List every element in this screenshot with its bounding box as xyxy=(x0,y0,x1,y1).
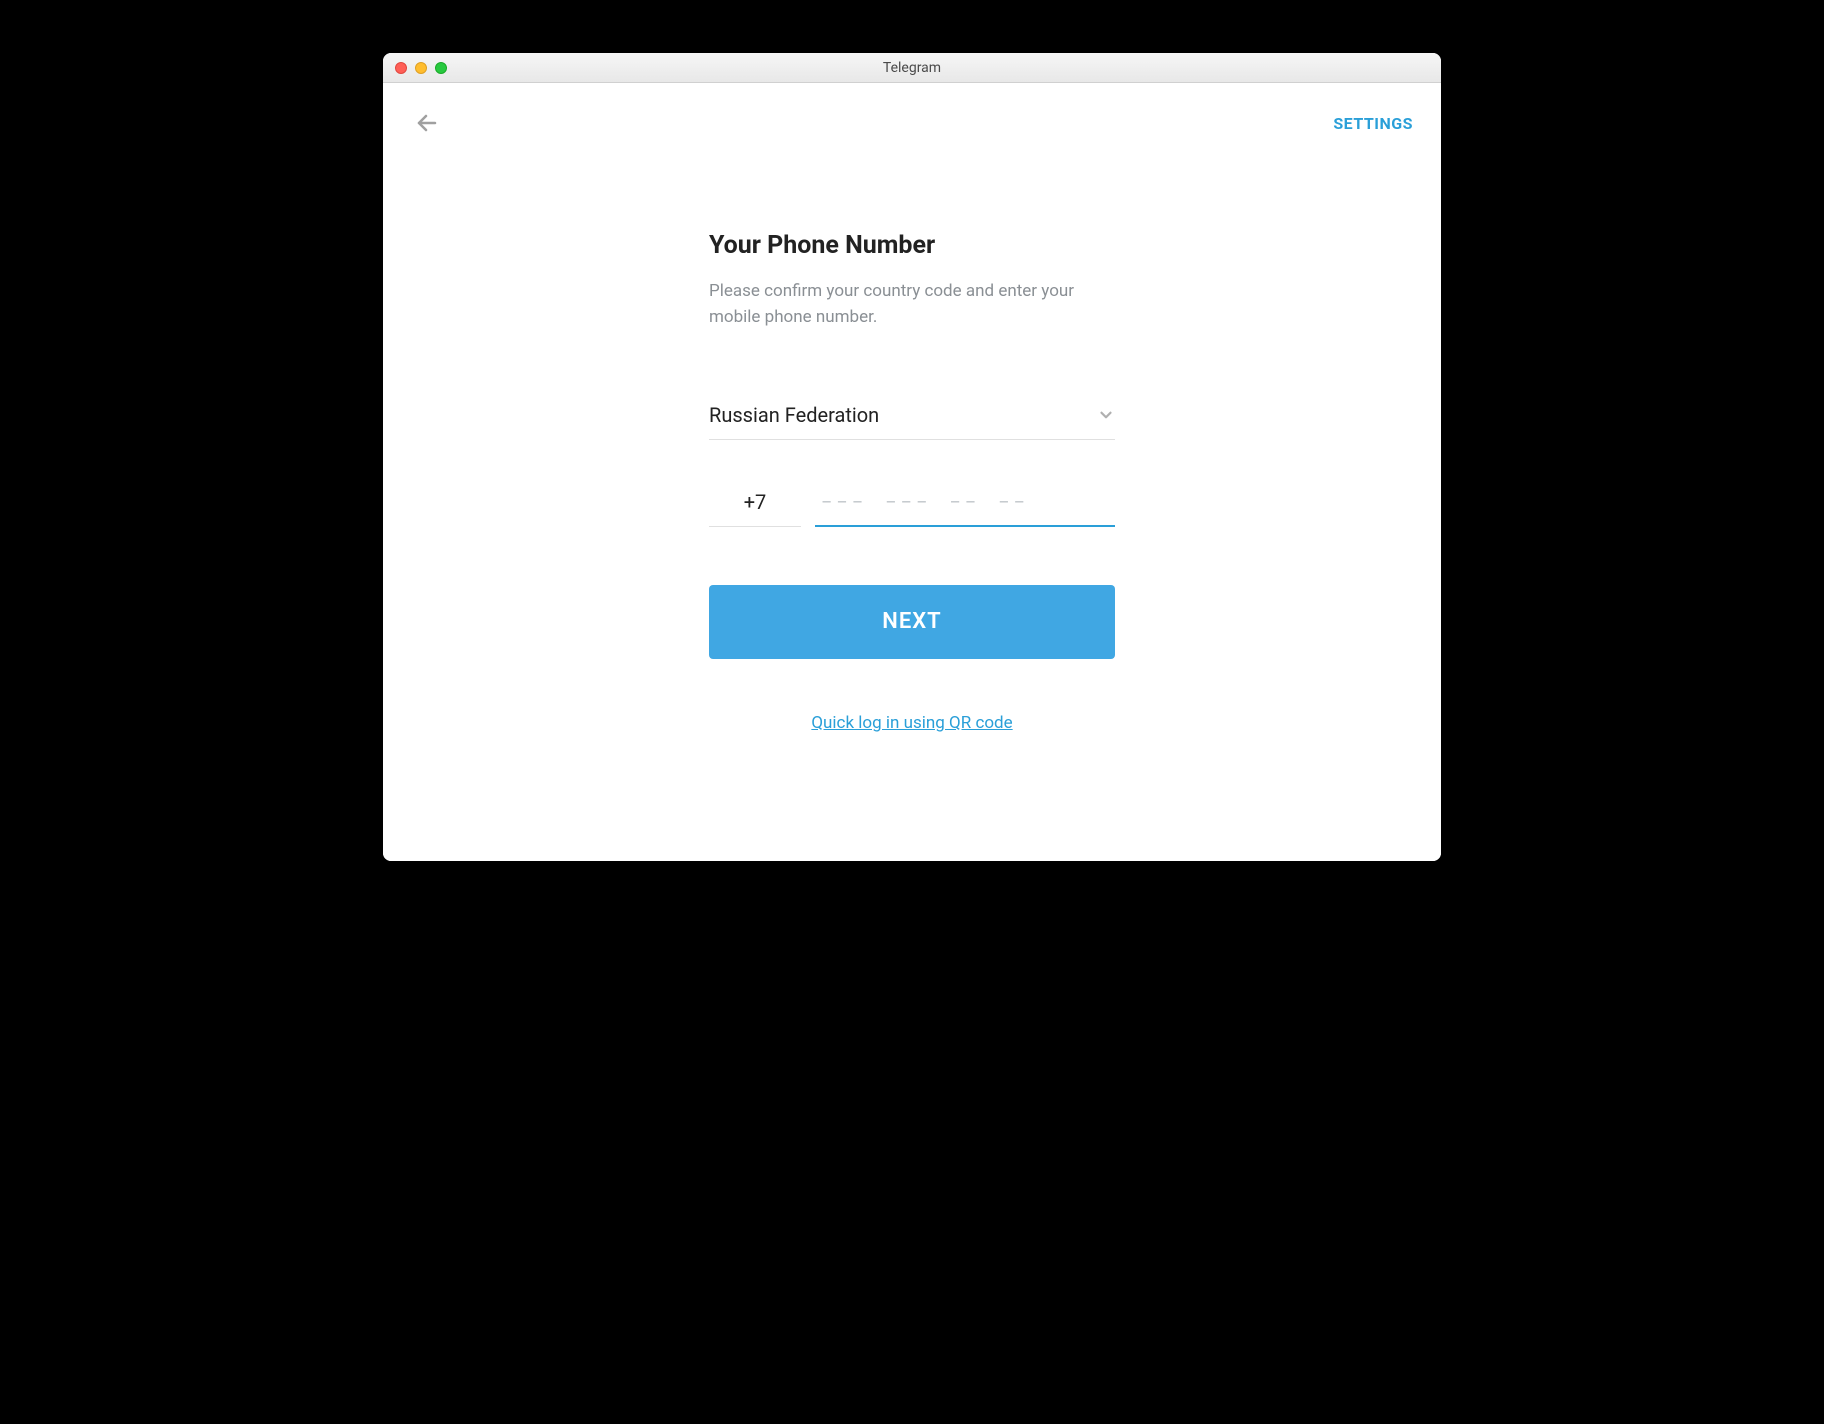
qr-login-link[interactable]: Quick log in using QR code xyxy=(709,713,1115,733)
next-button[interactable]: NEXT xyxy=(709,585,1115,659)
settings-link[interactable]: SETTINGS xyxy=(1333,114,1413,133)
login-form: Your Phone Number Please confirm your co… xyxy=(709,231,1115,733)
country-select[interactable]: Russian Federation xyxy=(709,403,1115,440)
content-area: SETTINGS Your Phone Number Please confir… xyxy=(383,83,1441,861)
country-code-input[interactable] xyxy=(709,484,801,527)
titlebar: Telegram xyxy=(383,53,1441,83)
phone-number-input[interactable] xyxy=(815,484,1115,527)
topbar: SETTINGS xyxy=(411,107,1413,139)
close-window-button[interactable] xyxy=(395,62,407,74)
page-title: Your Phone Number xyxy=(709,231,1115,260)
app-window: Telegram SETTINGS Your Phone Number Plea… xyxy=(383,53,1441,861)
window-title: Telegram xyxy=(395,60,1429,76)
maximize-window-button[interactable] xyxy=(435,62,447,74)
phone-input-row xyxy=(709,484,1115,527)
window-controls xyxy=(395,62,447,74)
country-selected-label: Russian Federation xyxy=(709,403,879,427)
back-button[interactable] xyxy=(411,107,443,139)
minimize-window-button[interactable] xyxy=(415,62,427,74)
arrow-left-icon xyxy=(415,111,439,135)
chevron-down-icon xyxy=(1097,406,1115,424)
page-subtitle: Please confirm your country code and ent… xyxy=(709,278,1115,331)
